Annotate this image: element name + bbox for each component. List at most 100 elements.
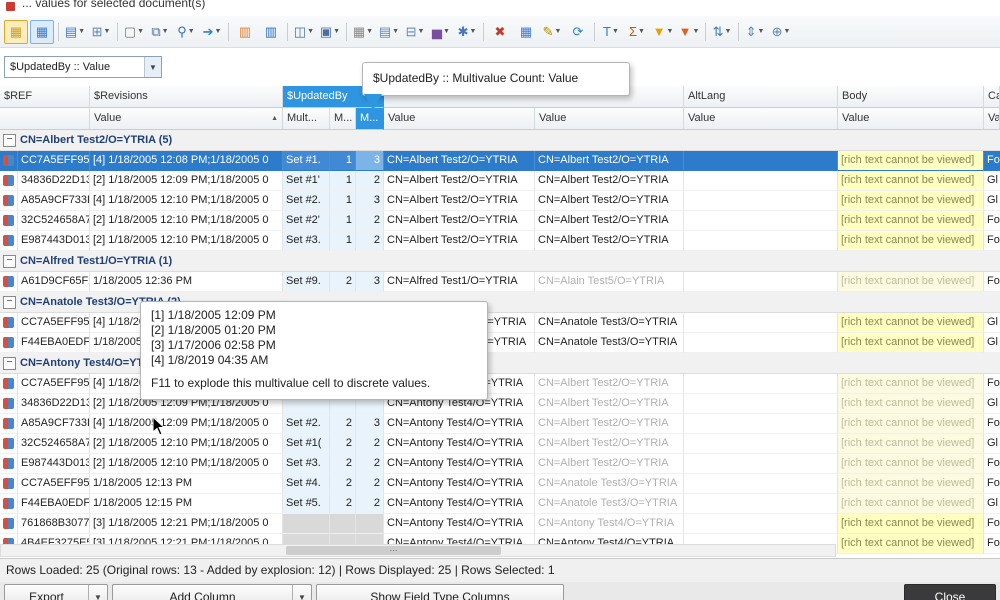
cell-altlang[interactable] [684,454,838,474]
cell-multivalue-count[interactable]: 3 [356,151,384,171]
cell-multivalue-set[interactable]: Set #2. [283,191,330,211]
cell-body[interactable]: [rich text cannot be viewed] [838,313,984,333]
view-grid-button[interactable]: ▦ [30,19,54,44]
cell-extra[interactable]: Gl [984,191,1000,211]
chevron-down-icon[interactable]: ▼ [144,57,161,77]
cell-body[interactable]: [rich text cannot be viewed] [838,191,984,211]
cell-multivalue-index[interactable]: 2 [330,434,356,454]
cell-multivalue-set[interactable]: Set #4. [283,474,330,494]
cell-extra[interactable]: Fo [984,211,1000,231]
cell-updatedby-value2[interactable]: CN=Albert Test2/O=YTRIA [535,374,684,394]
cell-multivalue-count[interactable] [356,514,384,534]
column-header-m-[interactable]: M... [356,108,384,130]
table-row[interactable]: CC7A5EFF95E3B8[4] 1/18/2005 12:08 PM;1/1… [0,151,1000,171]
cell-revisions[interactable]: 1/18/2005 12:36 PM [90,272,283,292]
cell-updatedby-value2[interactable]: CN=Albert Test2/O=YTRIA [535,231,684,251]
cell-revisions[interactable]: 1/18/2005 12:15 PM [90,494,283,514]
cell-updatedby-value2[interactable]: CN=Alain Test5/O=YTRIA [535,272,684,292]
cell-multivalue-count[interactable]: 3 [356,191,384,211]
table-row[interactable]: A61D9CF65F2B2B1/18/2005 12:36 PMSet #9.2… [0,272,1000,292]
cell-doc-icon[interactable] [0,434,18,454]
cell-updatedby-value[interactable]: CN=Antony Test4/O=YTRIA [384,414,535,434]
cell-multivalue-count[interactable]: 2 [356,211,384,231]
collapse-icon[interactable]: − [3,295,16,309]
cell-multivalue-index[interactable]: 1 [330,231,356,251]
cell-body[interactable]: [rich text cannot be viewed] [838,454,984,474]
cell-altlang[interactable] [684,151,838,171]
cell-ref[interactable]: CC7A5EFF95E3B8 [18,313,90,333]
cell-ref[interactable]: CC7A5EFF95E3B8 [18,151,90,171]
cell-body[interactable]: [rich text cannot be viewed] [838,434,984,454]
cell-multivalue-set[interactable]: Set #3. [283,231,330,251]
column-header-value[interactable]: Value [535,108,684,130]
cell-multivalue-count[interactable]: 2 [356,434,384,454]
cell-extra[interactable]: Fo [984,454,1000,474]
field-selector-combobox[interactable]: $UpdatedBy :: Value ▼ [4,56,162,78]
selection-menu-button[interactable]: ▢ ▼ [122,20,146,44]
cell-multivalue-index[interactable]: 1 [330,211,356,231]
show-field-type-columns-button[interactable]: Show Field Type Columns [316,584,564,600]
cell-revisions[interactable]: [4] 1/18/2005 12:08 PM;1/18/2005 0 [90,151,283,171]
cell-body[interactable]: [rich text cannot be viewed] [838,151,984,171]
cell-doc-icon[interactable] [0,171,18,191]
table-row[interactable]: 32C524658A7398[2] 1/18/2005 12:10 PM;1/1… [0,211,1000,231]
cell-multivalue-count[interactable]: 2 [356,454,384,474]
group-header[interactable]: − CN=Albert Test2/O=YTRIA (5) [0,130,1000,151]
cell-multivalue-index[interactable]: 2 [330,454,356,474]
cell-doc-icon[interactable] [0,272,18,292]
cell-body[interactable]: [rich text cannot be viewed] [838,231,984,251]
cell-revisions[interactable]: [4] 1/18/2005 12:10 PM;1/18/2005 0 [90,191,283,211]
cell-updatedby-value[interactable]: CN=Albert Test2/O=YTRIA [384,191,535,211]
cell-ref[interactable]: F44EBA0EDF4CA4 [18,333,90,353]
cell-altlang[interactable] [684,333,838,353]
column-header-ca[interactable]: Ca [984,86,1000,108]
cell-altlang[interactable] [684,231,838,251]
cell-updatedby-value2[interactable]: CN=Albert Test2/O=YTRIA [535,394,684,414]
grid-menu-button[interactable]: ⊞ ▼ [89,20,113,44]
cell-multivalue-count[interactable]: 2 [356,494,384,514]
delete-rows-button[interactable]: ✖ [488,20,512,44]
cell-altlang[interactable] [684,171,838,191]
cell-multivalue-index[interactable]: 1 [330,171,356,191]
cell-extra[interactable]: Gl [984,394,1000,414]
chevron-down-icon[interactable]: ▼ [88,585,107,600]
column-header--revisions[interactable]: $Revisions [90,86,283,108]
cell-body[interactable]: [rich text cannot be viewed] [838,171,984,191]
cell-multivalue-index[interactable]: 2 [330,414,356,434]
cell-multivalue-index[interactable]: 2 [330,494,356,514]
export-menu-button[interactable]: ➔ ▼ [200,20,224,44]
cell-body[interactable]: [rich text cannot be viewed] [838,494,984,514]
collapse-icon[interactable]: − [3,356,16,370]
cell-multivalue-count[interactable]: 3 [356,272,384,292]
cell-multivalue-count[interactable]: 3 [356,414,384,434]
cell-extra[interactable]: Gl [984,333,1000,353]
text-menu-button[interactable]: T ▼ [599,20,623,44]
cell-revisions[interactable]: [2] 1/18/2005 12:09 PM;1/18/2005 0 [90,171,283,191]
table-menu-button[interactable]: ▤ ▼ [63,20,87,44]
cell-body[interactable]: [rich text cannot be viewed] [838,474,984,494]
table-row[interactable]: 32C524658A7398[2] 1/18/2005 12:10 PM;1/1… [0,434,1000,454]
close-button[interactable]: Close [904,584,996,600]
cell-doc-icon[interactable] [0,313,18,333]
cell-revisions[interactable]: [2] 1/18/2005 12:10 PM;1/18/2005 0 [90,434,283,454]
cell-extra[interactable]: Gl [984,313,1000,333]
cell-altlang[interactable] [684,394,838,414]
table-row[interactable]: A85A9CF733B44[4] 1/18/2005 12:09 PM;1/18… [0,414,1000,434]
cell-updatedby-value2[interactable]: CN=Antony Test4/O=YTRIA [535,514,684,534]
column-header-value[interactable]: Value [684,108,838,130]
collapse-icon[interactable]: − [3,133,16,147]
cell-updatedby-value2[interactable]: CN=Albert Test2/O=YTRIA [535,211,684,231]
collapse-icon[interactable]: − [3,254,16,268]
cell-ref[interactable]: E987443D013528 [18,231,90,251]
cell-altlang[interactable] [684,414,838,434]
cell-updatedby-value2[interactable]: CN=Albert Test2/O=YTRIA [535,454,684,474]
table-row[interactable]: E987443D013528[2] 1/18/2005 12:10 PM;1/1… [0,231,1000,251]
cell-ref[interactable]: 32C524658A7398 [18,211,90,231]
cell-updatedby-value[interactable]: CN=Albert Test2/O=YTRIA [384,151,535,171]
cell-updatedby-value2[interactable]: CN=Anatole Test3/O=YTRIA [535,474,684,494]
cell-ref[interactable]: F44EBA0EDF4CA4 [18,494,90,514]
column-header--ref[interactable]: $REF [0,86,90,108]
cell-body[interactable]: [rich text cannot be viewed] [838,374,984,394]
chevron-down-icon[interactable]: ▼ [292,585,311,600]
refresh-button[interactable]: ⟳ [566,20,590,44]
